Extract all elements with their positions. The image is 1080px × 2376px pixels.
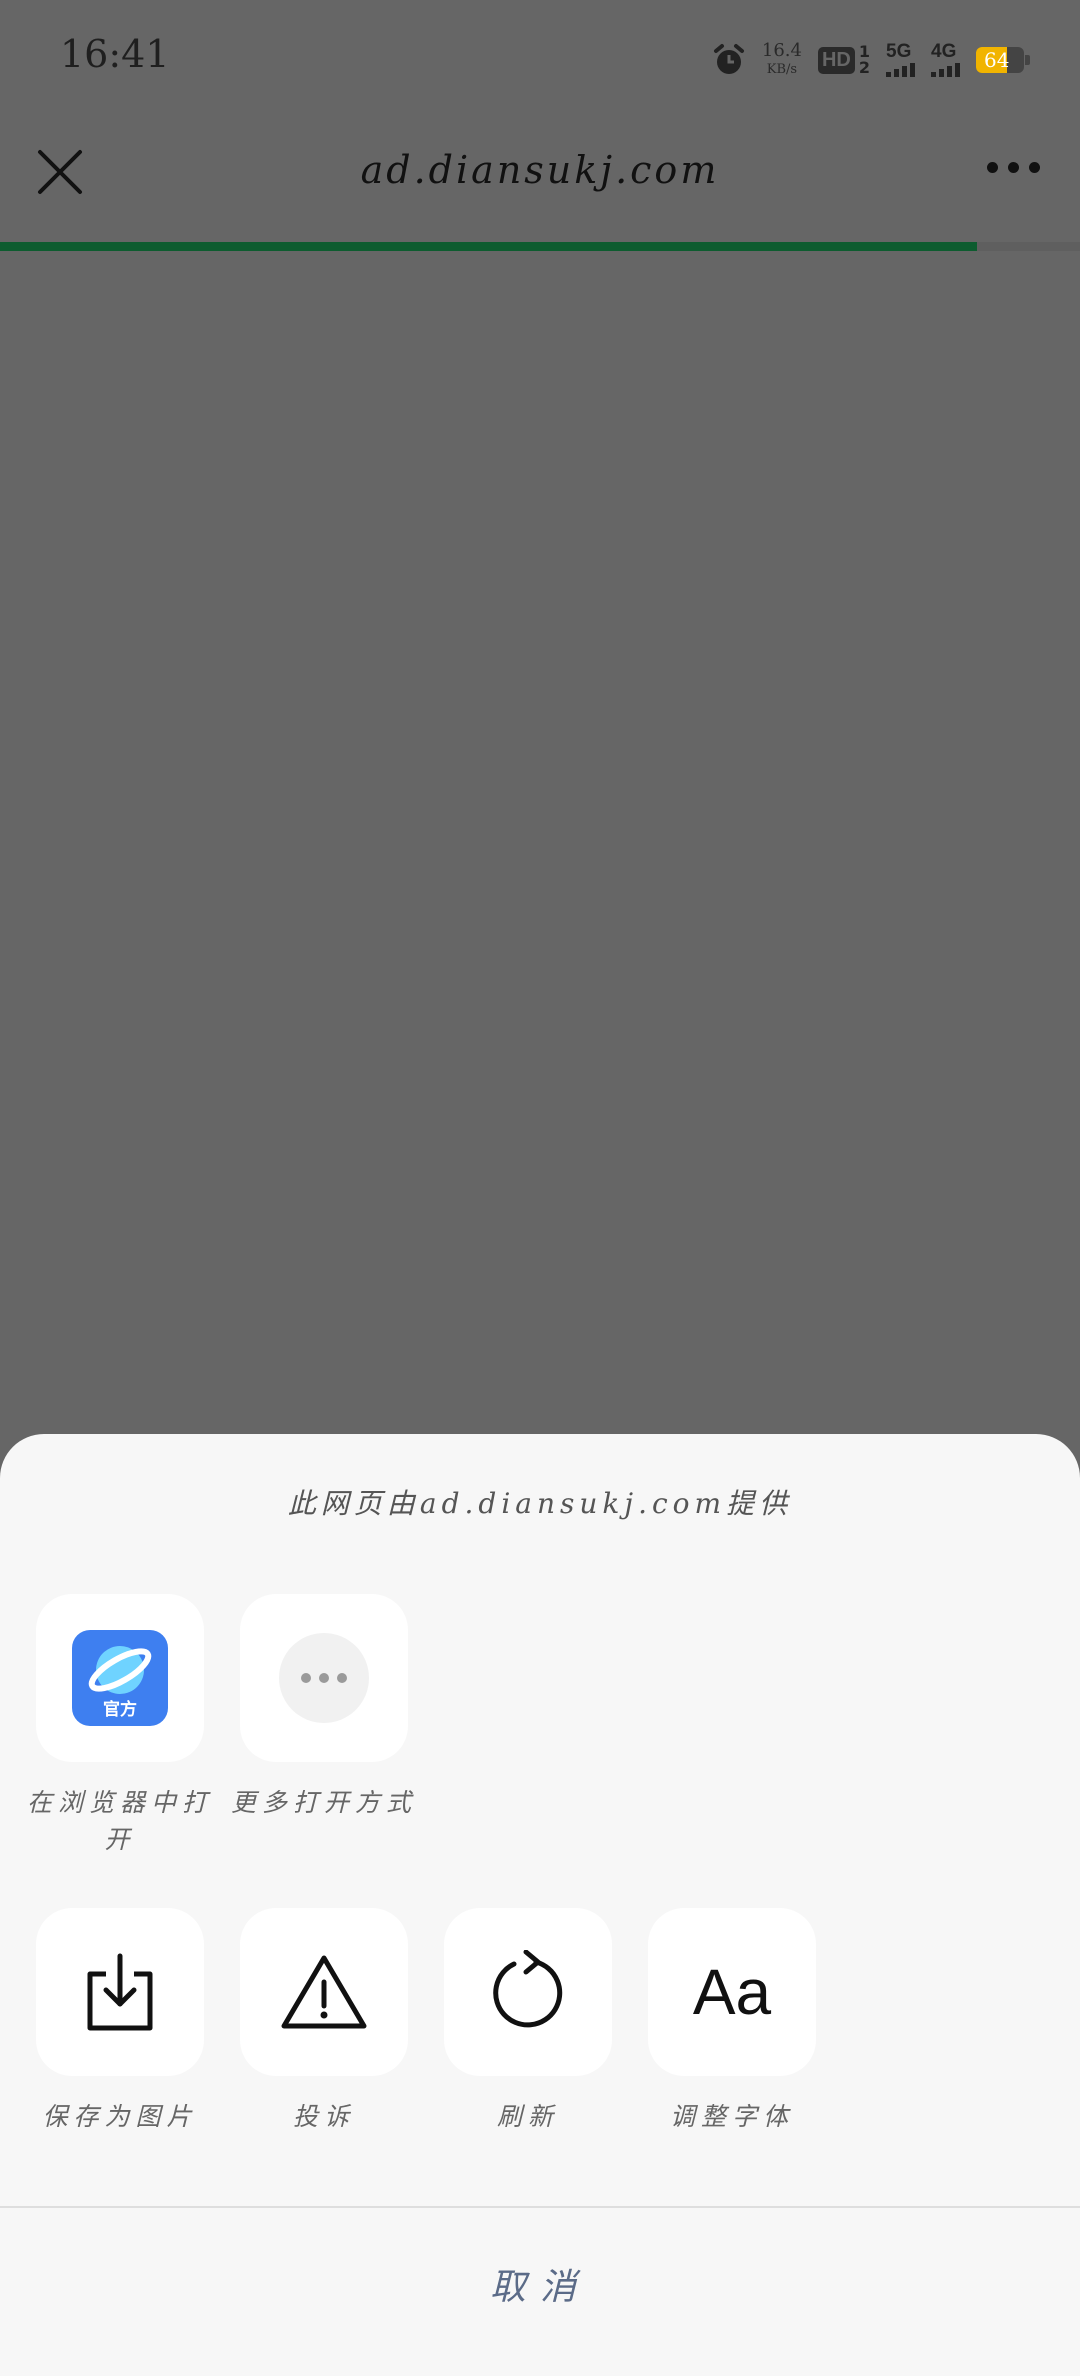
signal-5g: 5G <box>886 41 915 77</box>
browser-icon: 官方 <box>72 1630 168 1726</box>
refresh-action[interactable]: 刷新 <box>426 1908 630 2135</box>
speed-value: 16.4 <box>761 40 802 61</box>
battery-icon: 64 <box>976 47 1030 73</box>
more-open-methods-action[interactable]: 更多打开方式 <box>222 1594 426 1821</box>
signal-bars-icon <box>931 61 960 77</box>
adjust-font-action[interactable]: Aa 调整字体 <box>630 1908 834 2135</box>
refresh-icon <box>493 1950 563 2028</box>
page-url: ad.diansukj.com <box>360 148 720 192</box>
status-time: 16:41 <box>60 32 170 76</box>
signal-4g: 4G <box>931 41 960 77</box>
cancel-button[interactable]: 取消 <box>0 2208 1080 2376</box>
save-as-image-label: 保存为图片 <box>42 2102 198 2131</box>
refresh-tile[interactable] <box>444 1908 612 2076</box>
network-4g-label: 4G <box>931 41 957 62</box>
signal-bars-icon <box>886 61 915 77</box>
more-dots-icon <box>279 1633 369 1723</box>
hd-badge: HD <box>817 46 855 74</box>
report-label: 投诉 <box>292 2102 355 2131</box>
save-image-icon <box>87 1953 153 2031</box>
open-in-browser-tile[interactable]: 官方 <box>36 1594 204 1762</box>
warning-icon <box>281 1955 367 2029</box>
open-in-browser-label: 在浏览器中打开 <box>26 1788 213 1854</box>
hd-bottom: 2 <box>858 58 870 77</box>
font-size-icon: Aa <box>692 1956 772 2028</box>
more-dots-icon <box>987 162 998 173</box>
progress-fill <box>0 242 978 251</box>
adjust-font-tile[interactable]: Aa <box>648 1908 816 2076</box>
status-icons: 16.4 KB/s HD 1 2 5G 4G 64 <box>712 38 1030 82</box>
save-as-image-tile[interactable] <box>36 1908 204 2076</box>
open-in-browser-action[interactable]: 官方 在浏览器中打开 <box>18 1594 222 1858</box>
save-as-image-action[interactable]: 保存为图片 <box>18 1908 222 2135</box>
network-speed: 16.4 KB/s <box>762 41 802 79</box>
status-bar: 16:41 16.4 KB/s HD 1 2 5G 4G 64 <box>0 0 1080 110</box>
report-tile[interactable] <box>240 1908 408 2076</box>
sheet-title: 此网页由ad.diansukj.com提供 <box>287 1487 793 1520</box>
more-options-button[interactable] <box>987 162 1040 173</box>
hd-sim-indicator: 1 2 <box>859 44 870 76</box>
report-action[interactable]: 投诉 <box>222 1908 426 2135</box>
speed-unit: KB/s <box>766 62 798 77</box>
refresh-label: 刷新 <box>496 2102 559 2131</box>
browser-title-bar: ad.diansukj.com <box>0 110 1080 242</box>
alarm-icon <box>713 44 744 74</box>
more-open-methods-label: 更多打开方式 <box>230 1788 417 1817</box>
official-badge: 官方 <box>103 1700 137 1720</box>
more-open-methods-tile[interactable] <box>240 1594 408 1762</box>
action-sheet: 此网页由ad.diansukj.com提供 官方 在浏览器中打开 更多打开方式 <box>0 1434 1080 2376</box>
battery-level: 64 <box>984 48 1010 72</box>
network-5g-label: 5G <box>886 41 912 62</box>
adjust-font-label: 调整字体 <box>669 2102 794 2131</box>
page-load-progress <box>0 242 1080 251</box>
